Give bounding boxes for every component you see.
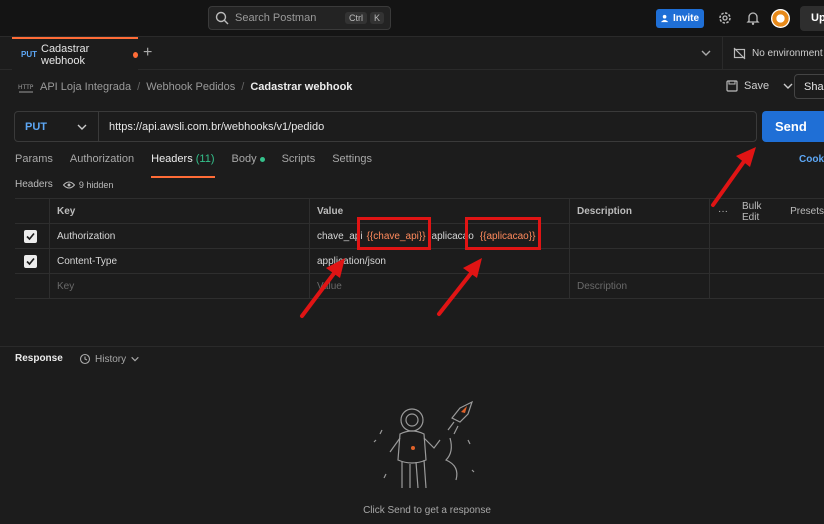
- new-value-input[interactable]: Value: [310, 274, 570, 299]
- no-environment-icon: [733, 47, 746, 60]
- row-check-cell: [15, 224, 50, 249]
- request-tabs: Params Authorization Headers (11) Body S…: [15, 153, 824, 178]
- search-icon: [215, 11, 229, 25]
- headers-label-row: Headers 9 hidden: [15, 179, 113, 190]
- new-tab-button[interactable]: +: [143, 44, 152, 62]
- search-bar[interactable]: Search Postman Ctrl K: [208, 6, 391, 30]
- tab-cadastrar-webhook[interactable]: PUT Cadastrar webhook: [12, 37, 138, 70]
- breadcrumb-folder[interactable]: Webhook Pedidos: [146, 81, 235, 93]
- row-description[interactable]: [570, 224, 710, 249]
- column-description: Description: [570, 199, 710, 224]
- search-placeholder: Search Postman: [235, 12, 317, 24]
- check-icon: [25, 232, 35, 241]
- history-button[interactable]: History: [79, 353, 140, 365]
- more-options-icon[interactable]: ···: [718, 206, 728, 217]
- new-key-input[interactable]: Key: [50, 274, 310, 299]
- tab-scripts[interactable]: Scripts: [282, 153, 316, 173]
- send-button[interactable]: Send: [762, 111, 824, 142]
- tab-headers[interactable]: Headers (11): [151, 153, 215, 178]
- presets-button[interactable]: Presets: [790, 206, 824, 217]
- save-icon: [726, 80, 738, 92]
- hidden-headers-toggle[interactable]: 9 hidden: [62, 179, 114, 190]
- eye-icon: [62, 181, 75, 188]
- save-label: Save: [744, 80, 770, 92]
- tab-authorization[interactable]: Authorization: [70, 153, 134, 173]
- column-key: Key: [50, 199, 310, 224]
- table-actions: ··· Bulk Edit Presets: [718, 199, 824, 224]
- upgrade-button[interactable]: Up: [800, 6, 824, 31]
- response-title: Response: [15, 353, 63, 364]
- page-title: Cadastrar webhook: [250, 81, 353, 93]
- gear-icon[interactable]: [717, 10, 733, 26]
- chevron-down-icon: [77, 124, 87, 130]
- breadcrumb-separator: /: [137, 81, 141, 93]
- headers-section-label: Headers: [15, 179, 53, 190]
- method-select[interactable]: PUT: [15, 112, 99, 141]
- breadcrumb-separator: /: [241, 81, 245, 93]
- share-button[interactable]: Shar: [794, 74, 824, 99]
- table-row-new: Key Value Description: [15, 274, 824, 299]
- row-key[interactable]: Authorization: [50, 224, 310, 249]
- response-divider[interactable]: [0, 346, 824, 347]
- response-hint: Click Send to get a response: [363, 505, 491, 516]
- tab-headers-label: Headers: [151, 153, 193, 165]
- method-value: PUT: [25, 120, 47, 133]
- check-icon: [25, 257, 35, 266]
- kbd-k: K: [369, 12, 384, 24]
- row-description[interactable]: [570, 249, 710, 274]
- save-button[interactable]: Save: [726, 80, 795, 92]
- unsaved-dot-icon: [132, 51, 138, 58]
- tab-params[interactable]: Params: [15, 153, 53, 173]
- table-row: Content-Type application/json: [15, 249, 824, 274]
- header-check-cell: [15, 199, 50, 224]
- value-text-a: chave_api: [317, 231, 363, 242]
- row-value[interactable]: application/json: [310, 249, 570, 274]
- url-input[interactable]: [99, 120, 756, 133]
- annotation-box-chave-api: [357, 217, 431, 250]
- bulk-edit-button[interactable]: Bulk Edit: [742, 201, 776, 223]
- body-status-dot-icon: [259, 156, 265, 162]
- row-check-cell: [15, 249, 50, 274]
- history-icon: [79, 353, 91, 365]
- row-key[interactable]: Content-Type: [50, 249, 310, 274]
- request-url-bar: PUT: [14, 111, 757, 142]
- add-user-icon: [660, 14, 669, 23]
- astronaut-illustration-icon: [373, 400, 475, 489]
- headers-count-badge: (11): [195, 153, 215, 165]
- annotation-box-aplicacao: [465, 217, 541, 250]
- invite-label: Invite: [672, 13, 700, 24]
- kbd-ctrl: Ctrl: [344, 12, 367, 24]
- chevron-down-icon[interactable]: [700, 47, 712, 59]
- http-icon: HTTP: [18, 84, 34, 93]
- top-bar: Search Postman Ctrl K Invite Up: [0, 0, 824, 37]
- row-checkbox[interactable]: [23, 230, 37, 243]
- tab-bar: PUT Cadastrar webhook + No environment: [0, 37, 824, 70]
- history-label: History: [95, 353, 127, 365]
- avatar[interactable]: [771, 9, 790, 28]
- environment-label: No environment: [752, 48, 823, 59]
- tab-name: Cadastrar webhook: [41, 42, 90, 67]
- chevron-down-icon[interactable]: [781, 80, 795, 92]
- breadcrumb-collection[interactable]: API Loja Integrada: [40, 81, 131, 93]
- breadcrumb: HTTP API Loja Integrada / Webhook Pedido…: [18, 80, 352, 94]
- tab-body[interactable]: Body: [232, 153, 265, 173]
- row-check-cell: [15, 274, 50, 299]
- tab-method: PUT: [21, 50, 37, 59]
- chevron-down-icon: [131, 356, 139, 362]
- invite-button[interactable]: Invite: [656, 9, 704, 28]
- svg-text:HTTP: HTTP: [18, 84, 34, 91]
- environment-selector[interactable]: No environment: [722, 37, 824, 70]
- tab-settings[interactable]: Settings: [332, 153, 372, 173]
- bell-icon[interactable]: [745, 10, 761, 26]
- new-description-input[interactable]: Description: [570, 274, 710, 299]
- cookies-link[interactable]: Cooki: [799, 154, 824, 165]
- row-checkbox[interactable]: [23, 255, 37, 268]
- tab-body-label: Body: [231, 153, 257, 165]
- hidden-count: 9 hidden: [78, 179, 114, 190]
